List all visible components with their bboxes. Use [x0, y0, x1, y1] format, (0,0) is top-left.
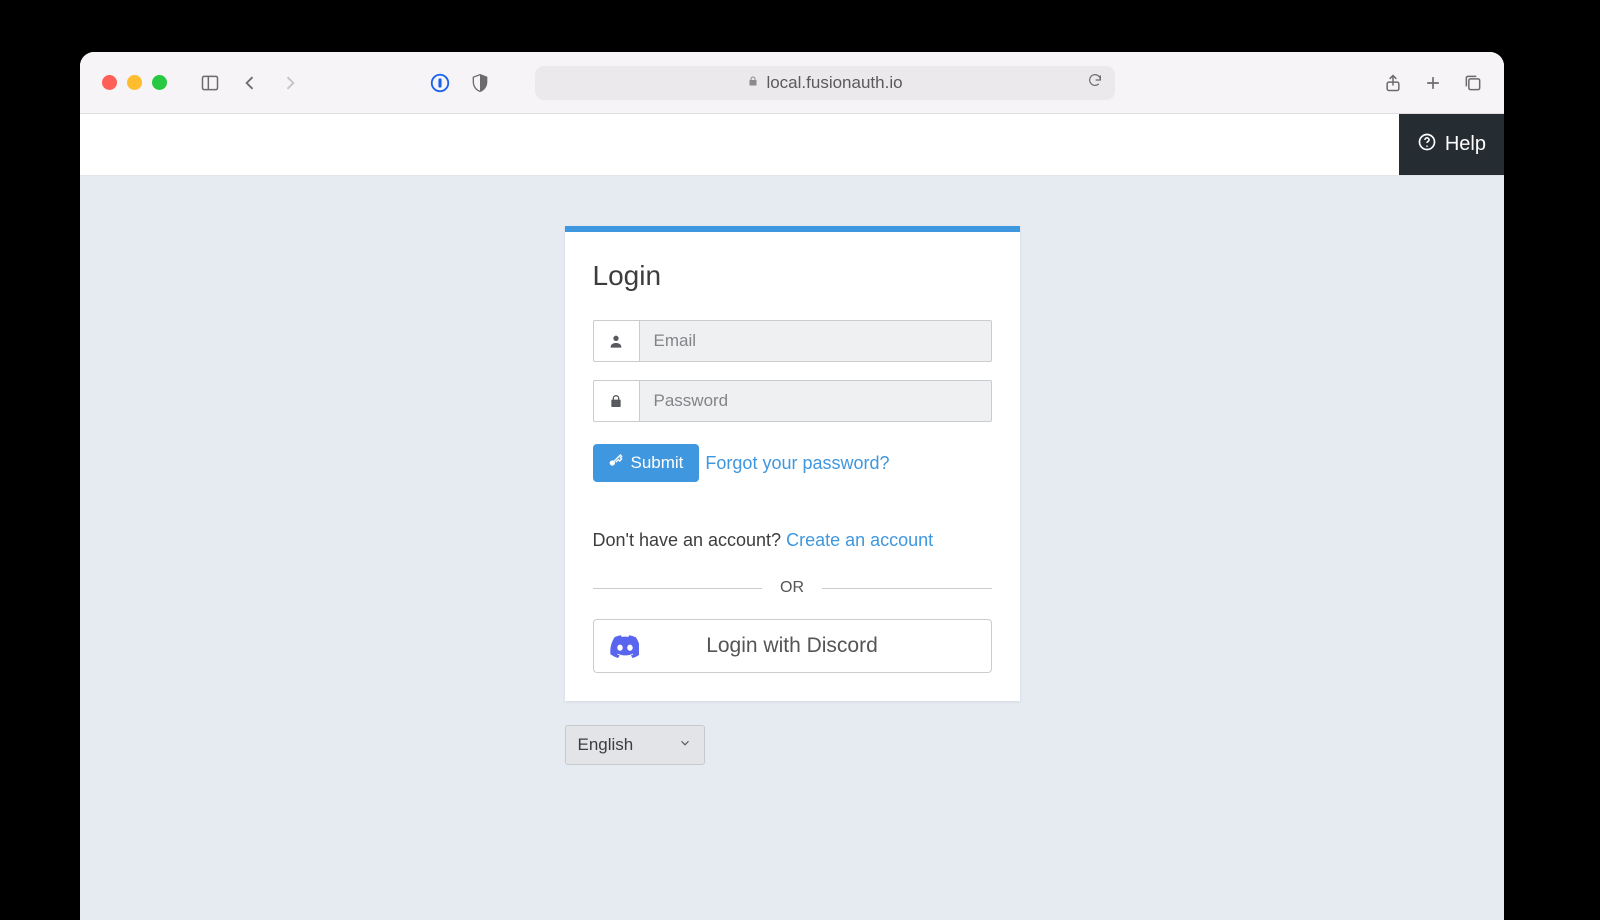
- tabs-overview-button[interactable]: [1458, 68, 1488, 98]
- login-title: Login: [593, 260, 992, 292]
- action-row: Submit Forgot your password?: [593, 444, 992, 482]
- email-input[interactable]: [639, 320, 992, 362]
- discord-icon: [610, 635, 640, 657]
- new-tab-button[interactable]: [1418, 68, 1448, 98]
- window-minimize-button[interactable]: [127, 75, 142, 90]
- lock-icon: [747, 73, 759, 93]
- language-row: English: [565, 725, 1020, 765]
- submit-label: Submit: [631, 453, 684, 473]
- help-label: Help: [1445, 133, 1486, 156]
- privacy-shield-icon[interactable]: [465, 68, 495, 98]
- browser-window: local.fusionauth.io Help: [80, 52, 1504, 920]
- password-input[interactable]: [639, 380, 992, 422]
- no-account-row: Don't have an account? Create an account: [593, 530, 992, 551]
- or-divider: OR: [593, 579, 992, 597]
- help-icon: [1417, 132, 1437, 158]
- share-button[interactable]: [1378, 68, 1408, 98]
- login-card: Login: [565, 226, 1020, 701]
- create-account-link[interactable]: Create an account: [786, 530, 933, 550]
- address-bar[interactable]: local.fusionauth.io: [535, 66, 1115, 100]
- address-bar-text: local.fusionauth.io: [766, 73, 902, 93]
- chevron-down-icon: [678, 735, 692, 755]
- no-account-text: Don't have an account?: [593, 530, 787, 550]
- window-zoom-button[interactable]: [152, 75, 167, 90]
- divider-line: [593, 588, 763, 589]
- help-button[interactable]: Help: [1399, 114, 1504, 175]
- password-row: [593, 380, 992, 422]
- reload-button[interactable]: [1087, 72, 1103, 93]
- browser-toolbar: local.fusionauth.io: [80, 52, 1504, 114]
- page-content: Help Login: [80, 114, 1504, 920]
- email-row: [593, 320, 992, 362]
- language-select[interactable]: English: [565, 725, 705, 765]
- or-label: OR: [762, 579, 822, 597]
- onepassword-extension-icon[interactable]: [425, 68, 455, 98]
- nav-back-button[interactable]: [235, 68, 265, 98]
- nav-forward-button[interactable]: [275, 68, 305, 98]
- app-header: Help: [80, 114, 1504, 176]
- language-selected-label: English: [578, 735, 634, 755]
- window-close-button[interactable]: [102, 75, 117, 90]
- submit-button[interactable]: Submit: [593, 444, 700, 482]
- forgot-password-link[interactable]: Forgot your password?: [705, 453, 889, 474]
- lock-icon: [593, 380, 639, 422]
- window-controls: [102, 75, 167, 90]
- divider-line: [822, 588, 992, 589]
- user-icon: [593, 320, 639, 362]
- app-body: Login: [80, 176, 1504, 920]
- discord-button-label: Login with Discord: [706, 634, 878, 658]
- login-with-discord-button[interactable]: Login with Discord: [593, 619, 992, 673]
- sidebar-toggle-button[interactable]: [195, 68, 225, 98]
- key-icon: [607, 453, 623, 474]
